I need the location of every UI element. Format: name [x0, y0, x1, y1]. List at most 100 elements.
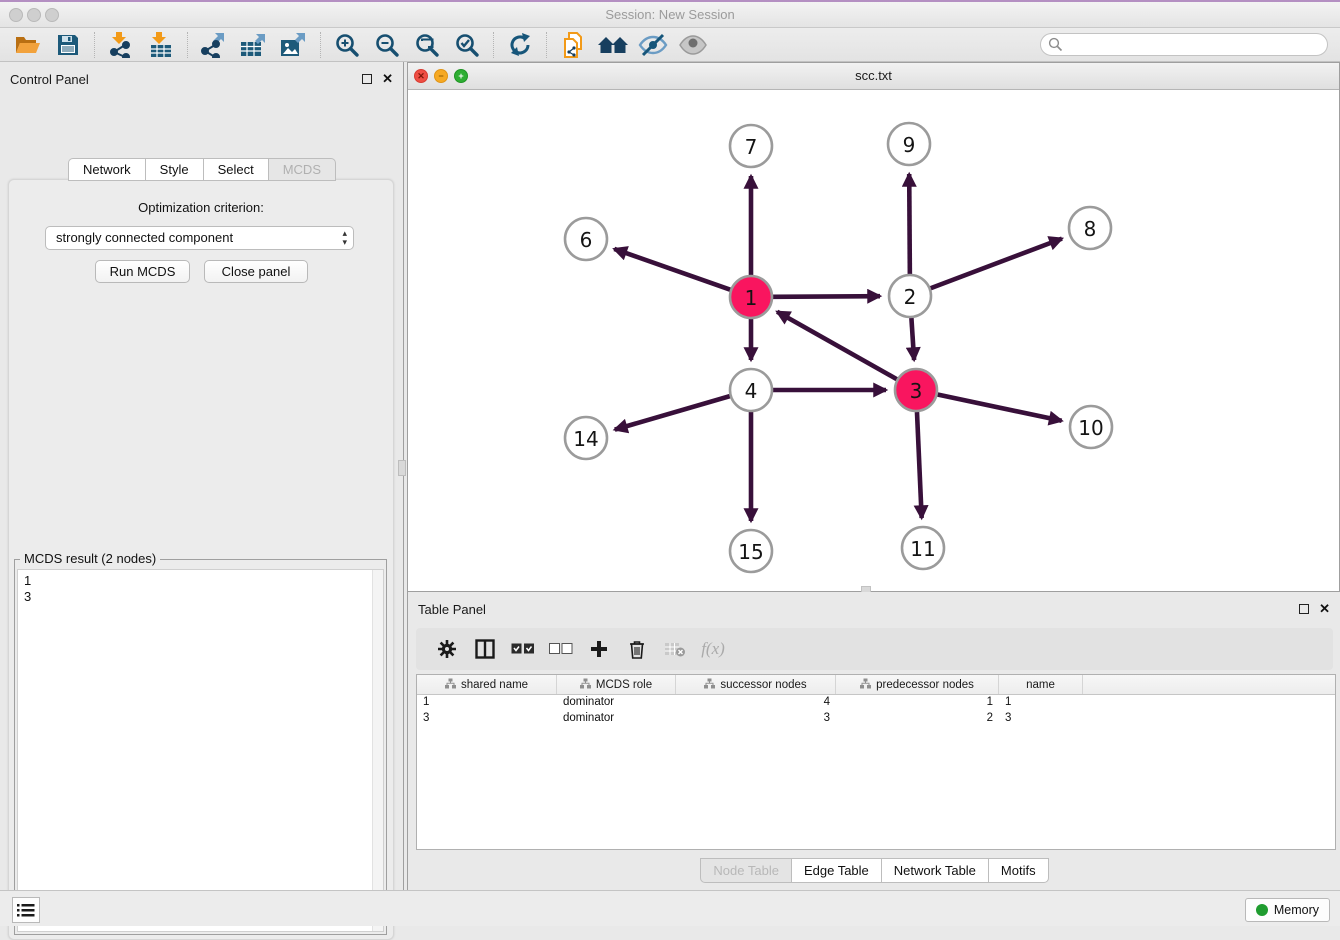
float-table-panel-icon[interactable]	[1299, 604, 1309, 614]
import-table-icon[interactable]	[141, 30, 181, 60]
optimization-criterion-label: Optimization criterion:	[9, 200, 393, 215]
cell-1-4[interactable]: 3	[999, 711, 1083, 727]
edge-1-6[interactable]	[614, 249, 730, 290]
export-image-icon[interactable]	[274, 30, 314, 60]
search-field-container	[1040, 33, 1328, 56]
column-header-successor-nodes[interactable]: successor nodes	[676, 675, 836, 694]
memory-button[interactable]: Memory	[1245, 898, 1330, 922]
automation-panel-button[interactable]	[12, 897, 40, 923]
titlebar: Session: New Session	[0, 0, 1340, 28]
network-minimize-icon[interactable]: −	[434, 69, 448, 83]
tab-network[interactable]: Network	[68, 158, 145, 181]
window-close-button[interactable]	[9, 8, 23, 22]
search-input[interactable]	[1040, 33, 1328, 56]
mcds-result-group: MCDS result (2 nodes) 1 3	[14, 559, 387, 935]
show-home-icon[interactable]	[593, 30, 633, 60]
show-panel-eye-icon[interactable]	[673, 30, 713, 60]
zoom-fit-icon[interactable]	[407, 30, 447, 60]
close-panel-button[interactable]: Close panel	[204, 260, 308, 283]
delete-column-icon[interactable]	[618, 634, 656, 664]
cell-1-3[interactable]: 2	[836, 711, 999, 727]
hide-panel-eye-icon[interactable]	[633, 30, 673, 60]
result-scrollbar[interactable]	[372, 570, 383, 931]
select-all-columns-icon[interactable]	[504, 634, 542, 664]
cell-0-2[interactable]: 4	[676, 695, 836, 711]
open-cybrowser-icon[interactable]	[553, 30, 593, 60]
node-label-7: 7	[745, 135, 758, 159]
delete-table-icon	[656, 634, 694, 664]
node-label-1: 1	[745, 286, 758, 310]
list-icon	[17, 903, 35, 917]
column-header-predecessor-nodes[interactable]: predecessor nodes	[836, 675, 999, 694]
add-column-icon[interactable]	[580, 634, 618, 664]
cell-1-0[interactable]: 3	[417, 711, 557, 727]
mcds-result-list[interactable]: 1 3	[17, 569, 384, 932]
close-table-panel-icon[interactable]: ✕	[1319, 601, 1330, 617]
column-header-name[interactable]: name	[999, 675, 1083, 694]
export-network-icon[interactable]	[194, 30, 234, 60]
zoom-out-icon[interactable]	[367, 30, 407, 60]
cell-0-4[interactable]: 1	[999, 695, 1083, 711]
deselect-all-columns-icon[interactable]	[542, 634, 580, 664]
tab-style[interactable]: Style	[145, 158, 203, 181]
window-zoom-button[interactable]	[45, 8, 59, 22]
memory-label: Memory	[1274, 903, 1319, 917]
edge-1-2[interactable]	[773, 296, 880, 297]
show-columns-icon[interactable]	[466, 634, 504, 664]
refresh-view-icon[interactable]	[500, 30, 540, 60]
toolbar-separator	[320, 32, 321, 58]
table-options-icon[interactable]	[428, 634, 466, 664]
table-toolbar: f(x)	[416, 628, 1333, 670]
node-label-14: 14	[573, 427, 598, 451]
network-maximize-icon[interactable]: +	[454, 69, 468, 83]
run-mcds-button[interactable]: Run MCDS	[95, 260, 190, 283]
table-row[interactable]: 1dominator411	[417, 695, 1335, 711]
column-header-MCDS-role[interactable]: MCDS role	[557, 675, 676, 694]
tab-node-table[interactable]: Node Table	[700, 858, 791, 883]
panel-splitter-grip[interactable]	[398, 460, 406, 476]
node-table[interactable]: shared name MCDS role successor nodesprede…	[416, 674, 1336, 850]
node-label-8: 8	[1084, 217, 1097, 241]
zoom-in-icon[interactable]	[327, 30, 367, 60]
network-close-icon[interactable]: ✕	[414, 69, 428, 83]
tab-motifs[interactable]: Motifs	[988, 858, 1049, 883]
toolbar-separator	[187, 32, 188, 58]
edge-3-10[interactable]	[938, 395, 1062, 421]
float-panel-icon[interactable]	[362, 74, 372, 84]
tab-select[interactable]: Select	[203, 158, 268, 181]
cell-1-1[interactable]: dominator	[557, 711, 676, 727]
network-canvas[interactable]: 7968124314101511	[408, 90, 1339, 591]
table-panel-title: Table Panel	[418, 602, 1299, 617]
cell-0-1[interactable]: dominator	[557, 695, 676, 711]
network-window-titlebar: ✕ − + scc.txt	[408, 63, 1339, 90]
network-window-title: scc.txt	[408, 63, 1339, 89]
node-label-4: 4	[745, 379, 758, 403]
edge-2-3[interactable]	[911, 318, 914, 360]
node-label-11: 11	[910, 537, 935, 561]
edge-3-1[interactable]	[777, 312, 897, 379]
cell-1-2[interactable]: 3	[676, 711, 836, 727]
table-row[interactable]: 3dominator323	[417, 711, 1335, 727]
close-panel-icon[interactable]: ✕	[382, 71, 393, 87]
edge-2-8[interactable]	[931, 239, 1062, 289]
zoom-selected-icon[interactable]	[447, 30, 487, 60]
column-label: MCDS role	[596, 679, 652, 691]
optimization-criterion-select[interactable]: strongly connected component ▴▾	[45, 226, 354, 250]
cell-0-3[interactable]: 1	[836, 695, 999, 711]
edge-4-14[interactable]	[615, 396, 730, 429]
tab-edge-table[interactable]: Edge Table	[791, 858, 881, 883]
export-table-icon[interactable]	[234, 30, 274, 60]
table-panel-header: Table Panel ✕	[408, 592, 1340, 626]
tab-mcds[interactable]: MCDS	[268, 158, 336, 181]
cell-0-0[interactable]: 1	[417, 695, 557, 711]
save-session-icon[interactable]	[48, 30, 88, 60]
edge-3-11[interactable]	[917, 412, 922, 518]
import-network-icon[interactable]	[101, 30, 141, 60]
edge-2-9[interactable]	[909, 174, 910, 274]
tab-network-table[interactable]: Network Table	[881, 858, 988, 883]
memory-status-icon	[1256, 904, 1268, 916]
column-edit-icon	[580, 678, 591, 692]
open-session-icon[interactable]	[8, 30, 48, 60]
window-minimize-button[interactable]	[27, 8, 41, 22]
column-header-shared-name[interactable]: shared name	[417, 675, 557, 694]
